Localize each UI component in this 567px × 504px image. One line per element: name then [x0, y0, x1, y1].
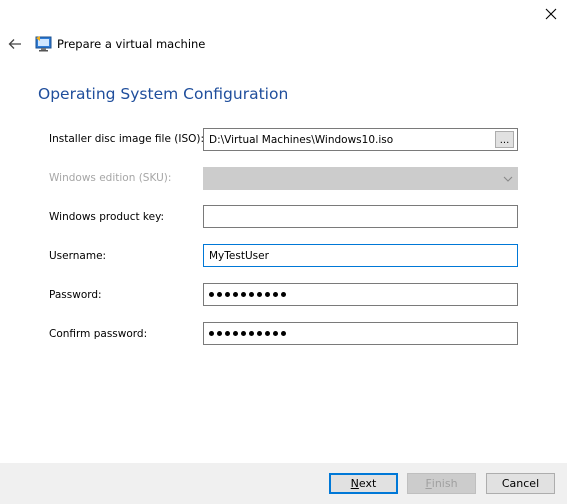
password-dot [233, 292, 238, 297]
password-field[interactable] [203, 283, 518, 306]
password-mask [209, 292, 286, 297]
browse-button[interactable]: ... [495, 131, 514, 148]
password-dot [225, 292, 230, 297]
next-button[interactable]: Next [329, 473, 398, 494]
password-dot [281, 331, 286, 336]
password-dot [241, 292, 246, 297]
password-dot [209, 292, 214, 297]
username-value: MyTestUser [209, 249, 269, 262]
password-label: Password: [49, 289, 102, 301]
password-dot [241, 331, 246, 336]
confirm-password-field[interactable] [203, 322, 518, 345]
password-dot [233, 331, 238, 336]
password-dot [265, 331, 270, 336]
sku-dropdown[interactable] [203, 167, 518, 190]
password-dot [265, 292, 270, 297]
password-dot [249, 292, 254, 297]
password-dot [217, 292, 222, 297]
username-field[interactable]: MyTestUser [203, 244, 518, 267]
back-arrow-icon [8, 39, 21, 49]
password-dot [217, 331, 222, 336]
close-icon [545, 8, 557, 20]
footer-bar: Next Finish Cancel [0, 463, 567, 504]
confirm-password-label: Confirm password: [49, 328, 148, 340]
product-key-label: Windows product key: [49, 211, 165, 223]
product-key-field[interactable] [203, 205, 518, 228]
virtual-machine-icon [35, 36, 52, 52]
password-dot [257, 331, 262, 336]
chevron-down-icon [503, 176, 513, 182]
username-label: Username: [49, 250, 107, 262]
iso-field[interactable]: D:\Virtual Machines\Windows10.iso ... [203, 128, 518, 151]
password-dot [225, 331, 230, 336]
close-button[interactable] [538, 2, 564, 26]
confirm-password-mask [209, 331, 286, 336]
finish-button[interactable]: Finish [407, 473, 476, 494]
page-title: Operating System Configuration [38, 85, 289, 103]
sku-label: Windows edition (SKU): [49, 172, 172, 184]
back-button[interactable] [5, 34, 25, 54]
password-dot [281, 292, 286, 297]
iso-label: Installer disc image file (ISO): [49, 133, 205, 145]
password-dot [257, 292, 262, 297]
password-dot [209, 331, 214, 336]
password-dot [249, 331, 254, 336]
password-dot [273, 331, 278, 336]
iso-value: D:\Virtual Machines\Windows10.iso [209, 133, 394, 146]
cancel-button[interactable]: Cancel [486, 473, 555, 494]
window-title: Prepare a virtual machine [57, 37, 206, 51]
password-dot [273, 292, 278, 297]
